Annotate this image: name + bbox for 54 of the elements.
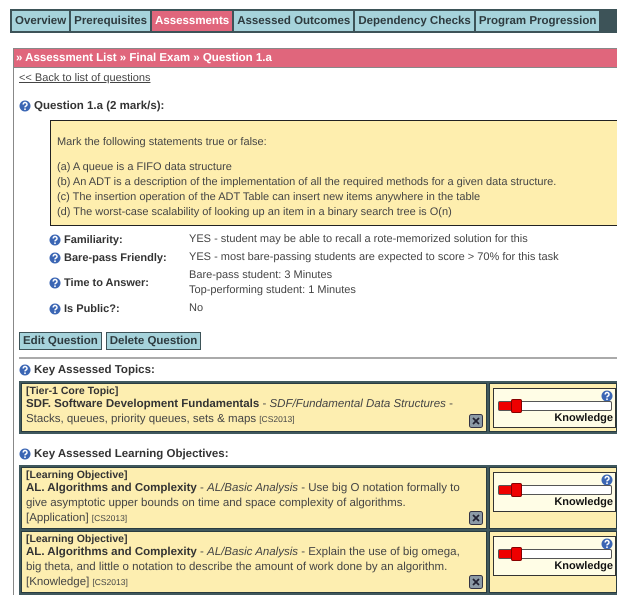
help-icon[interactable] bbox=[49, 302, 61, 314]
help-icon[interactable] bbox=[19, 100, 31, 112]
slider-thumb[interactable] bbox=[510, 399, 522, 413]
nav-tab[interactable]: Prerequisites bbox=[71, 11, 150, 31]
help-icon[interactable] bbox=[49, 234, 61, 246]
statement-text: (a) A queue is a FIFO data structure bbox=[57, 160, 233, 175]
attribute-label: Bare-pass Friendly: bbox=[64, 252, 167, 264]
nav-tab[interactable]: Program Progression bbox=[476, 11, 600, 31]
question-title: Question 1.a (2 mark/s): bbox=[34, 100, 164, 112]
outcome-type: [Learning Objective] bbox=[26, 469, 129, 481]
nav-tab[interactable]: Assessed Outcomes bbox=[234, 11, 354, 31]
remove-icon[interactable] bbox=[469, 414, 483, 428]
attribute-label: Is Public?: bbox=[64, 302, 120, 314]
nav-tab[interactable]: Dependency Checks bbox=[355, 11, 474, 31]
attribute-label: Familiarity: bbox=[64, 234, 123, 246]
nav-tab[interactable]: Overview bbox=[12, 11, 70, 31]
back-link[interactable]: << Back to list of questions bbox=[19, 72, 150, 84]
level-label: Knowledge bbox=[554, 496, 614, 508]
attribute-value: No bbox=[189, 301, 204, 316]
help-icon[interactable] bbox=[19, 448, 31, 460]
level-slider[interactable] bbox=[498, 485, 612, 495]
slider-thumb[interactable] bbox=[510, 547, 522, 561]
question-prompt: Mark the following statements true or false: bbox=[57, 135, 268, 150]
attribute-value: Bare-pass student: 3 Minutes bbox=[189, 268, 334, 283]
outcome-description: AL. Algorithms and Complexity - AL/Basic Analysis - Use big O notation formally to give asymptotic upper bounds on time and space complexity of algorithms. [Application] [CS2013] bbox=[26, 481, 461, 526]
statement-text: (d) The worst-case scalability of looking up an item in a binary search tree is O(n) bbox=[57, 205, 453, 220]
slider-thumb[interactable] bbox=[510, 483, 522, 497]
attribute-label: Time to Answer: bbox=[64, 277, 149, 289]
attribute-value: Top-performing student: 1 Minutes bbox=[189, 283, 357, 298]
outcome-description: AL. Algorithms and Complexity - AL/Basic Analysis - Explain the use of big omega, big theta, and little o notation to describe the amount of work done by an algorithm. [Knowledge] [CS2013] bbox=[26, 545, 461, 590]
level-label: Knowledge bbox=[554, 560, 614, 572]
help-icon[interactable] bbox=[49, 277, 61, 289]
attribute-value: YES - most bare-passing students are expected to score > 70% for this task bbox=[189, 250, 560, 265]
action-button[interactable]: Edit Question bbox=[19, 332, 102, 350]
breadcrumb-bar: » Assessment List » Final Exam » Question 1.a bbox=[14, 49, 617, 68]
outcome-type: [Tier-1 Core Topic] bbox=[26, 385, 120, 397]
statement-text: (b) An ADT is a description of the implementation of all the required methods for a given data structure. bbox=[57, 175, 558, 190]
remove-icon[interactable] bbox=[469, 511, 483, 525]
help-icon[interactable] bbox=[601, 538, 613, 550]
outcome-type: [Learning Objective] bbox=[26, 533, 129, 545]
section-heading: Key Assessed Learning Objectives: bbox=[34, 448, 229, 460]
statement-text: (c) The insertion operation of the ADT Table can insert new items anywhere in the table bbox=[57, 190, 482, 205]
outcome-description: SDF. Software Development Fundamentals - SDF/Fundamental Data Structures - Stacks, queues, priority queues, sets & maps [CS2013] bbox=[26, 397, 454, 427]
help-icon[interactable] bbox=[49, 252, 61, 264]
attribute-value: YES - student may be able to recall a rote-memorized solution for this bbox=[189, 232, 529, 247]
help-icon[interactable] bbox=[601, 474, 613, 486]
section-heading: Key Assessed Topics: bbox=[34, 364, 155, 376]
level-slider[interactable] bbox=[498, 549, 612, 559]
help-icon[interactable] bbox=[19, 364, 31, 376]
action-button[interactable]: Delete Question bbox=[106, 332, 202, 350]
level-label: Knowledge bbox=[554, 412, 614, 424]
remove-icon[interactable] bbox=[469, 575, 483, 589]
level-slider[interactable] bbox=[498, 401, 612, 411]
help-icon[interactable] bbox=[601, 390, 613, 402]
